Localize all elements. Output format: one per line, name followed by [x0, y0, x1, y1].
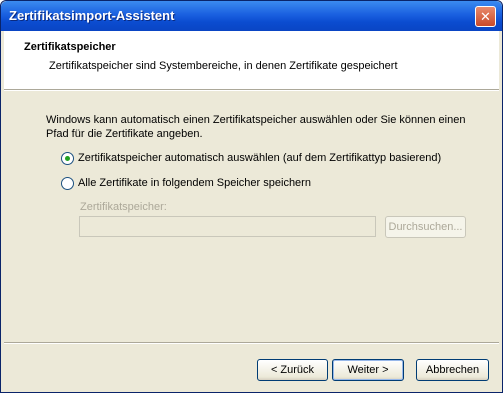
close-button[interactable]: ✕ — [475, 6, 496, 27]
page-subtitle: Zertifikatspeicher sind Systembereiche, … — [49, 60, 398, 72]
store-input[interactable] — [79, 216, 376, 237]
window-title: Zertifikatsimport-Assistent — [9, 8, 175, 23]
page-title: Zertifikatspeicher — [24, 41, 116, 53]
browse-button[interactable]: Durchsuchen... — [385, 216, 466, 238]
next-button[interactable]: Weiter > — [332, 359, 404, 381]
cancel-button[interactable]: Abbrechen — [416, 359, 489, 381]
header-divider — [4, 89, 499, 91]
option-auto-select-label: Zertifikatspeicher automatisch auswählen… — [78, 152, 442, 164]
back-button[interactable]: < Zurück — [257, 359, 328, 381]
radio-auto-select[interactable] — [61, 151, 74, 165]
store-field-label: Zertifikatspeicher: — [80, 201, 167, 213]
wizard-window: Zertifikatsimport-Assistent ✕ Zertifikat… — [0, 0, 503, 393]
option-manual-store[interactable]: Alle Zertifikate in folgendem Speicher s… — [61, 176, 311, 190]
option-auto-select[interactable]: Zertifikatspeicher automatisch auswählen… — [61, 151, 441, 165]
intro-line-1: Windows kann automatisch einen Zertifika… — [46, 114, 466, 126]
option-manual-store-label: Alle Zertifikate in folgendem Speicher s… — [78, 177, 311, 189]
close-icon: ✕ — [480, 9, 491, 24]
radio-manual-store[interactable] — [61, 176, 74, 190]
intro-text: Windows kann automatisch einen Zertifika… — [46, 113, 466, 141]
title-bar[interactable]: Zertifikatsimport-Assistent ✕ — [1, 1, 502, 31]
intro-line-2: Pfad für die Zertifikate angeben. — [46, 128, 203, 140]
footer-divider — [4, 342, 499, 344]
wizard-header: Zertifikatspeicher Zertifikatspeicher si… — [4, 31, 499, 89]
